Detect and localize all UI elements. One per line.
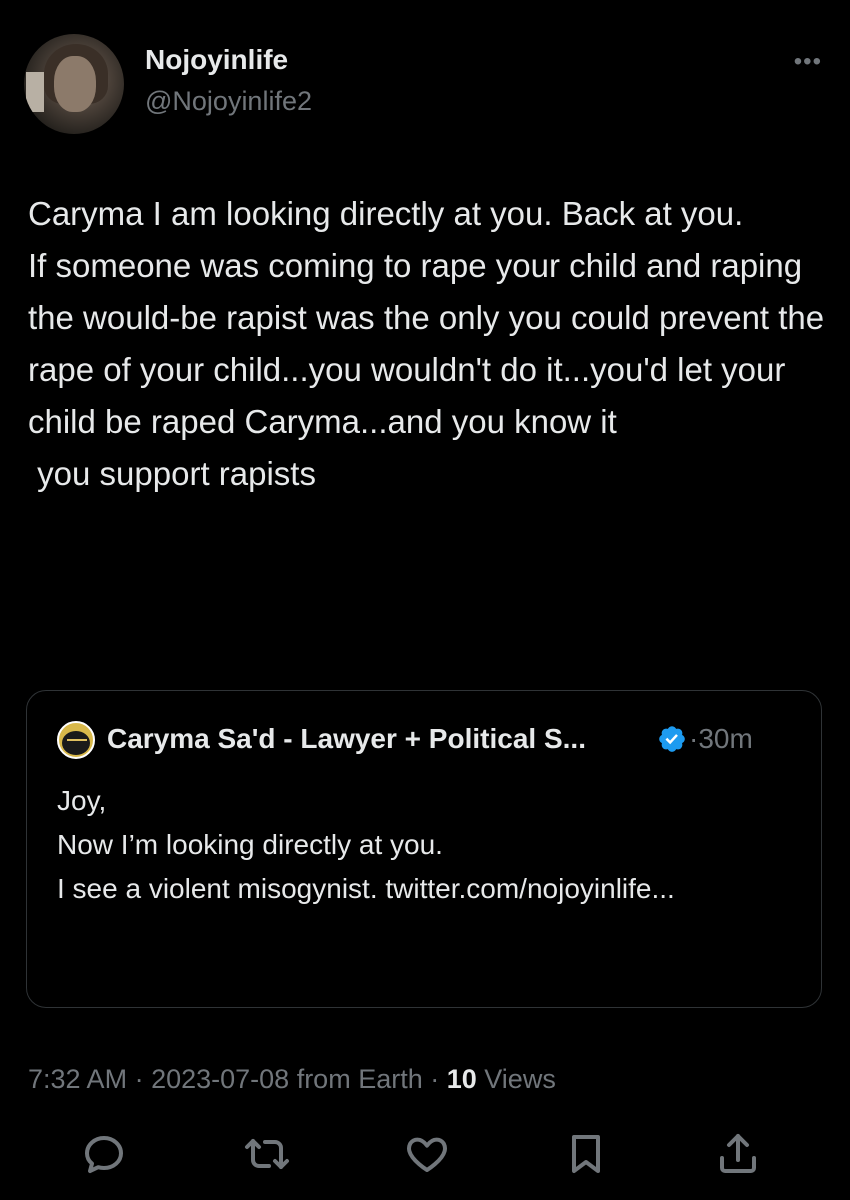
avatar[interactable] (24, 34, 124, 134)
tweet-paragraph: you support rapists (28, 455, 316, 492)
separator: · (422, 1064, 447, 1094)
quoted-text: Joy, Now I’m looking directly at you. I … (57, 779, 797, 911)
quoted-timestamp: ·30m (689, 723, 753, 754)
views-label[interactable]: Views (477, 1064, 556, 1094)
tweet-metadata: 7:32 AM · 2023-07-08 from Earth · 10 Vie… (28, 1064, 556, 1095)
quoted-author-name: Caryma Sa'd - Lawyer + Political S... (107, 723, 586, 754)
more-horizontal-icon[interactable]: ••• (794, 48, 822, 76)
views-count[interactable]: 10 (447, 1064, 477, 1094)
retweet-icon[interactable] (243, 1130, 291, 1178)
author-handle[interactable]: @Nojoyinlife2 (145, 86, 312, 117)
tweet-location: from Earth (289, 1064, 423, 1094)
separator: · (127, 1064, 152, 1094)
bookmark-icon[interactable] (562, 1130, 610, 1178)
tweet-date[interactable]: 2023-07-08 (151, 1064, 289, 1094)
quoted-avatar (57, 721, 95, 759)
tweet-text: Caryma I am looking directly at you. Bac… (28, 188, 828, 500)
reply-icon[interactable] (80, 1130, 128, 1178)
quoted-tweet[interactable]: Caryma Sa'd - Lawyer + Political S... ·3… (26, 690, 822, 1008)
tweet-paragraph: If someone was coming to rape your child… (28, 247, 834, 440)
quoted-paragraph: Now I’m looking directly at you. (57, 829, 443, 860)
quoted-paragraph: Joy, (57, 785, 107, 816)
action-bar (0, 1130, 850, 1190)
tweet-paragraph: Caryma I am looking directly at you. Bac… (28, 195, 744, 232)
author-display-name[interactable]: Nojoyinlife (145, 44, 288, 76)
verified-badge-icon (659, 726, 685, 752)
quoted-paragraph: I see a violent misogynist. twitter.com/… (57, 873, 675, 904)
like-icon[interactable] (403, 1130, 451, 1178)
tweet-time[interactable]: 7:32 AM (28, 1064, 127, 1094)
share-icon[interactable] (714, 1130, 762, 1178)
